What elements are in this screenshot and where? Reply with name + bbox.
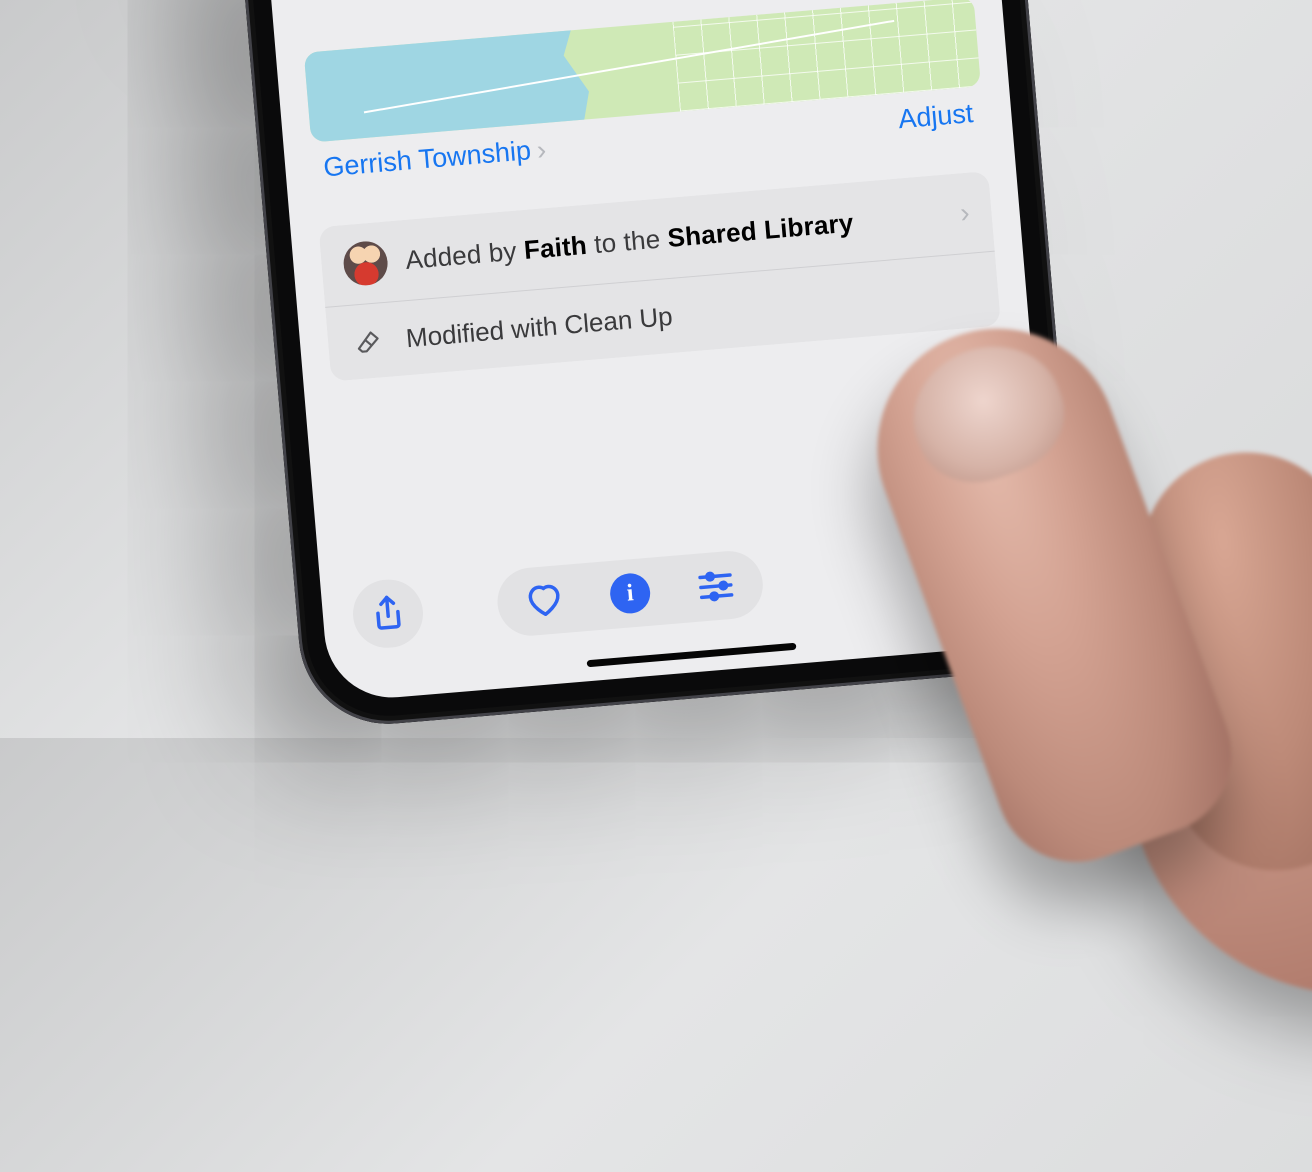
location-link[interactable]: Gerrish Township › [322, 133, 547, 184]
adjust-location-button[interactable]: Adjust [897, 98, 974, 135]
chevron-right-icon: › [536, 134, 548, 167]
favorite-button[interactable] [503, 567, 586, 633]
toolbar-center-group: i [495, 548, 766, 638]
share-icon [366, 592, 409, 635]
heart-icon [523, 579, 566, 622]
cleanup-label: Modified with Clean Up [405, 300, 674, 353]
info-icon: i [609, 572, 652, 615]
edit-adjust-button[interactable] [674, 553, 757, 619]
share-button[interactable] [350, 577, 425, 651]
info-button[interactable]: i [589, 560, 672, 626]
phone-frame: Gerrish Township › Adjust Added by Faith… [173, 0, 1084, 731]
location-name: Gerrish Township [322, 135, 532, 183]
shared-library-text: Added by Faith to the Shared Library [404, 207, 854, 275]
chevron-right-icon: › [959, 197, 971, 230]
sliders-icon [694, 565, 737, 608]
info-cards: Added by Faith to the Shared Library › M… [318, 171, 1001, 382]
eraser-icon [349, 321, 390, 362]
screen: Gerrish Township › Adjust Added by Faith… [201, 0, 1056, 703]
avatar [342, 240, 390, 288]
bottom-toolbar: i [350, 525, 1022, 653]
home-indicator[interactable] [587, 643, 797, 668]
